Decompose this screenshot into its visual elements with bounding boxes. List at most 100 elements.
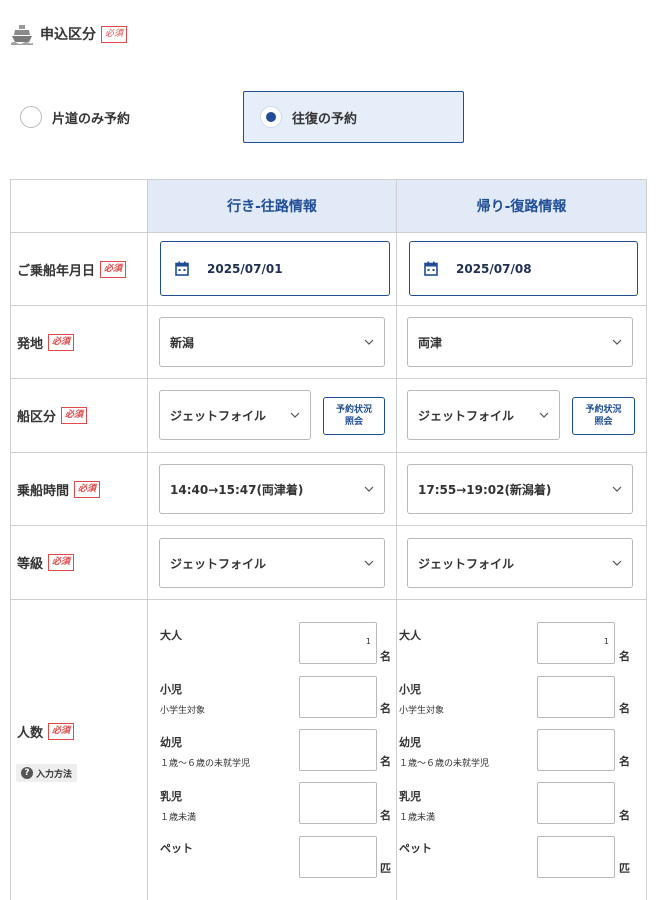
unit-label: 匹 xyxy=(619,862,630,875)
chevron-down-icon xyxy=(612,486,622,492)
outbound-adult-input[interactable]: 1 xyxy=(299,622,377,664)
pet-label: ペット xyxy=(399,842,432,855)
return-pet-input[interactable] xyxy=(537,836,615,878)
row-label-origin-text: 発地 xyxy=(17,336,44,352)
outbound-class-select[interactable]: ジェットフォイル xyxy=(159,538,385,588)
row-label-time: 乗船時間 必須 xyxy=(11,453,147,525)
row-label-people-text: 人数 xyxy=(17,725,44,741)
return-origin-select[interactable]: 両津 xyxy=(407,317,633,367)
unit-label: 名 xyxy=(380,809,391,822)
row-label-date: ご乗船年月日 必須 xyxy=(11,233,147,305)
row-label-people: 人数 必須 xyxy=(11,716,147,746)
infant-label: 幼児 xyxy=(399,736,421,749)
chevron-down-icon xyxy=(364,560,374,566)
application-type-header: 申込区分 必須 xyxy=(10,20,128,48)
return-baby-input[interactable] xyxy=(537,782,615,824)
outbound-date-input[interactable]: 2025/07/01 xyxy=(160,241,390,296)
return-date-value: 2025/07/08 xyxy=(456,261,532,276)
outbound-child-input[interactable] xyxy=(299,676,377,718)
required-badge: 必須 xyxy=(101,25,128,43)
unit-label: 名 xyxy=(380,702,391,715)
child-sublabel: 小学生対象 xyxy=(160,706,206,716)
return-adult-value: 1 xyxy=(603,637,609,646)
unit-label: 名 xyxy=(380,650,391,663)
radio-roundtrip[interactable]: 往復の予約 xyxy=(243,91,464,143)
baby-label: 乳児 xyxy=(160,790,182,803)
baby-sublabel: １歳未満 xyxy=(399,813,436,823)
required-badge: 必須 xyxy=(48,333,75,351)
input-help-button[interactable]: ? 入力方法 xyxy=(16,764,78,782)
availability-button-line2: 照会 xyxy=(344,417,363,427)
pet-label: ペット xyxy=(160,842,193,855)
return-adult-input[interactable]: 1 xyxy=(537,622,615,664)
ship-icon xyxy=(11,25,33,45)
outbound-date-value: 2025/07/01 xyxy=(207,261,283,276)
chevron-down-icon xyxy=(364,486,374,492)
adult-label: 大人 xyxy=(399,629,421,642)
outbound-availability-button[interactable]: 予約状況 照会 xyxy=(323,397,385,435)
outbound-ship-value: ジェットフォイル xyxy=(170,408,267,423)
chevron-down-icon xyxy=(290,412,300,418)
col-header-return-text: 帰り-復路情報 xyxy=(476,199,567,215)
return-ship-select[interactable]: ジェットフォイル xyxy=(407,390,560,440)
availability-button-line2: 照会 xyxy=(594,417,613,427)
child-label: 小児 xyxy=(160,683,182,696)
col-header-outbound-text: 行き-往路情報 xyxy=(227,199,317,215)
required-badge: 必須 xyxy=(74,480,101,498)
return-ship-value: ジェットフォイル xyxy=(418,408,515,423)
outbound-infant-input[interactable] xyxy=(299,729,377,771)
return-infant-input[interactable] xyxy=(537,729,615,771)
unit-label: 名 xyxy=(380,755,391,768)
col-header-return: 帰り-復路情報 xyxy=(397,180,646,232)
return-class-value: ジェットフォイル xyxy=(418,556,515,571)
calendar-icon xyxy=(175,261,189,276)
row-label-class: 等級 必須 xyxy=(11,526,147,599)
availability-button-line1: 予約状況 xyxy=(335,404,372,415)
outbound-time-value: 14:40→15:47(両津着) xyxy=(170,482,304,497)
row-label-date-text: ご乗船年月日 xyxy=(17,263,96,279)
outbound-origin-select[interactable]: 新潟 xyxy=(159,317,385,367)
question-icon: ? xyxy=(21,767,33,779)
unit-label: 名 xyxy=(619,755,630,768)
outbound-ship-select[interactable]: ジェットフォイル xyxy=(159,390,311,440)
baby-label: 乳児 xyxy=(399,790,421,803)
return-date-input[interactable]: 2025/07/08 xyxy=(409,241,638,296)
return-origin-value: 両津 xyxy=(418,335,443,350)
infant-sublabel: １歳～６歳の未就学児 xyxy=(160,759,251,769)
return-availability-button[interactable]: 予約状況 照会 xyxy=(572,397,635,435)
calendar-icon xyxy=(424,261,438,276)
row-label-time-text: 乗船時間 xyxy=(17,483,70,499)
chevron-down-icon xyxy=(364,339,374,345)
required-badge: 必須 xyxy=(61,407,88,424)
page-title: 申込区分 xyxy=(40,27,96,43)
outbound-time-select[interactable]: 14:40→15:47(両津着) xyxy=(159,464,385,514)
col-header-outbound: 行き-往路情報 xyxy=(148,180,396,232)
infant-sublabel: １歳～６歳の未就学児 xyxy=(399,759,490,769)
return-class-select[interactable]: ジェットフォイル xyxy=(407,538,633,588)
infant-label: 幼児 xyxy=(160,736,182,749)
row-label-origin: 発地 必須 xyxy=(11,306,147,378)
unit-label: 匹 xyxy=(380,862,391,875)
radio-button[interactable] xyxy=(20,106,42,128)
radio-button-selected[interactable] xyxy=(260,106,282,128)
row-label-class-text: 等級 xyxy=(17,557,44,572)
outbound-baby-input[interactable] xyxy=(299,782,377,824)
child-sublabel: 小学生対象 xyxy=(399,706,445,716)
return-time-select[interactable]: 17:55→19:02(新潟着) xyxy=(407,464,633,514)
availability-button-line1: 予約状況 xyxy=(585,404,622,415)
chevron-down-icon xyxy=(612,560,622,566)
row-label-ship-text: 船区分 xyxy=(17,410,57,425)
child-label: 小児 xyxy=(399,683,421,696)
radio-oneway[interactable]: 片道のみ予約 xyxy=(20,100,130,134)
radio-oneway-label: 片道のみ予約 xyxy=(52,111,131,127)
return-child-input[interactable] xyxy=(537,676,615,718)
outbound-origin-value: 新潟 xyxy=(170,335,195,350)
row-label-ship: 船区分 必須 xyxy=(11,379,147,452)
return-time-value: 17:55→19:02(新潟着) xyxy=(418,482,552,497)
outbound-pet-input[interactable] xyxy=(299,836,377,878)
unit-label: 名 xyxy=(619,650,630,663)
outbound-adult-value: 1 xyxy=(365,637,371,646)
required-badge: 必須 xyxy=(48,722,75,740)
chevron-down-icon xyxy=(539,412,549,418)
radio-roundtrip-label: 往復の予約 xyxy=(292,111,358,127)
